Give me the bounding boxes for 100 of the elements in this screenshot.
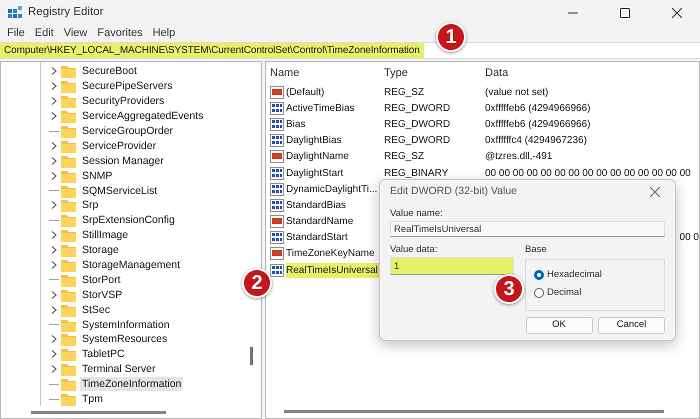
tree-item[interactable]: Srp [80, 198, 100, 212]
value-name[interactable]: StandardBias [286, 198, 348, 213]
value-data: (value not set) [485, 86, 548, 98]
value-data: 0xfffffeb6 (4294966966) [485, 102, 590, 114]
binary-value-icon [270, 231, 284, 244]
step-number-badge: 1 [436, 22, 466, 52]
folder-icon [61, 168, 76, 183]
column-header[interactable]: Type [384, 66, 408, 79]
close-icon [672, 8, 682, 18]
value-name[interactable]: (Default) [286, 84, 326, 100]
tree-item[interactable]: SQMServiceList [80, 184, 160, 198]
group-label: Base [525, 243, 548, 257]
folder-icon [61, 272, 76, 287]
tree-item[interactable]: StorageManagement [80, 258, 182, 272]
binary-value-icon [270, 134, 284, 148]
value-name[interactable]: Bias [286, 116, 308, 132]
menu-item[interactable]: Edit [30, 25, 59, 42]
value-data: @tzres.dll,-491 [485, 151, 552, 162]
tree-item[interactable]: SNMP [80, 168, 114, 183]
folder-icon [61, 94, 76, 108]
tree-item[interactable]: SrpExtensionConfig [80, 213, 177, 228]
scrollbar-thumb[interactable] [284, 410, 664, 412]
window-title: Registry Editor [28, 4, 104, 20]
scrollbar-thumb[interactable] [250, 347, 253, 365]
tree-item[interactable]: SystemInformation [80, 318, 172, 332]
folder-icon [61, 228, 76, 242]
value-name[interactable]: DynamicDaylightTi... [286, 182, 380, 197]
value-name[interactable]: DaylightStart [286, 166, 346, 181]
cancel-button[interactable]: Cancel [598, 316, 665, 334]
value-name[interactable]: StandardName [286, 214, 356, 230]
registry-icon [8, 6, 22, 20]
menu-item[interactable]: View [58, 25, 92, 42]
column-header[interactable]: Data [485, 66, 508, 79]
dialog-title: Edit DWORD (32-bit) Value [390, 184, 518, 200]
tree-item[interactable]: SecurePipeServers [80, 79, 174, 94]
folder-icon [61, 347, 76, 362]
folder-icon [61, 64, 76, 78]
value-type: REG_SZ [384, 151, 424, 162]
binary-value-icon [270, 182, 284, 196]
folder-icon [61, 243, 76, 258]
tree-item[interactable]: ServiceGroupOrder [80, 124, 176, 138]
value-name[interactable]: TimeZoneKeyName [286, 246, 377, 262]
radio-button[interactable] [534, 288, 544, 298]
value-name[interactable]: ActiveTimeBias [286, 100, 357, 116]
folder-icon [61, 332, 76, 346]
radio-label[interactable]: Hexadecimal [547, 268, 602, 282]
menu-item[interactable]: Favorites [92, 25, 148, 42]
binary-value-icon [270, 102, 284, 115]
folder-icon [61, 184, 76, 198]
string-value-icon [270, 86, 284, 99]
value-data: 0xfffffeb6 (4294966966) [485, 118, 590, 130]
value-type: REG_DWORD [384, 135, 450, 146]
tree-item[interactable]: Terminal Server [80, 362, 158, 376]
tree-item[interactable]: StorPort [80, 272, 123, 287]
folder-icon [61, 318, 76, 332]
folder-icon [61, 198, 76, 212]
string-value-icon [270, 215, 284, 228]
radio-button[interactable] [534, 270, 544, 280]
menu-item[interactable]: Help [148, 25, 180, 42]
tree-item[interactable]: SystemResources [80, 332, 170, 346]
close-icon [650, 187, 660, 197]
tree-item[interactable]: SecurityProviders [80, 94, 166, 108]
tree-item[interactable]: ServiceAggregatedEvents [80, 109, 206, 124]
tree-item[interactable]: StorVSP [80, 288, 124, 302]
value-name[interactable]: DaylightName [286, 149, 351, 164]
binary-value-icon [270, 166, 284, 180]
tree-item[interactable]: ServiceProvider [80, 138, 158, 153]
value-name[interactable]: RealTimeIsUniversal [286, 262, 380, 278]
menu-item[interactable]: File [2, 25, 30, 42]
folder-icon [61, 213, 76, 228]
tree-item[interactable]: Tpm [80, 392, 105, 406]
value-data: 0xffffffc4 (4294967236) [485, 135, 587, 146]
value-data: 00 00 00 00 00 00 00 00 00 00 00 00 00 00 00 [485, 168, 691, 179]
folder-icon [61, 302, 76, 317]
binary-value-icon [270, 198, 284, 212]
string-value-icon [270, 247, 284, 260]
address-bar-path[interactable]: Computer\HKEY_LOCAL_MACHINE\SYSTEM\CurrentControlSet\Control\TimeZoneInformation [0, 43, 424, 58]
folder-icon [61, 138, 76, 153]
tree-item[interactable]: TabletPC [80, 347, 127, 362]
value-name[interactable]: DaylightBias [286, 133, 344, 148]
folder-icon [61, 362, 76, 376]
folder-icon [61, 258, 76, 272]
tree-item[interactable]: TimeZoneInformation [80, 377, 184, 392]
value-data-field[interactable]: 1 [390, 257, 514, 276]
tree-item[interactable]: SecureBoot [80, 64, 139, 78]
tree-item[interactable]: Storage [80, 243, 121, 258]
tree-item[interactable]: Session Manager [80, 154, 166, 168]
folder-icon [61, 79, 76, 94]
radio-label[interactable]: Decimal [547, 286, 582, 300]
ok-button[interactable]: OK [526, 316, 592, 334]
column-header[interactable]: Name [270, 64, 300, 82]
field-label: Value data: [390, 243, 438, 257]
value-name[interactable]: StandardStart [286, 230, 350, 246]
folder-icon [61, 124, 76, 138]
scrollbar-thumb[interactable] [31, 410, 166, 414]
value-name-field[interactable]: RealTimeIsUniversal [390, 221, 665, 238]
tree-item[interactable]: StillImage [80, 228, 130, 242]
maximize-icon [620, 8, 630, 18]
tree-item[interactable]: StSec [80, 302, 112, 317]
field-label: Value name: [390, 207, 444, 221]
